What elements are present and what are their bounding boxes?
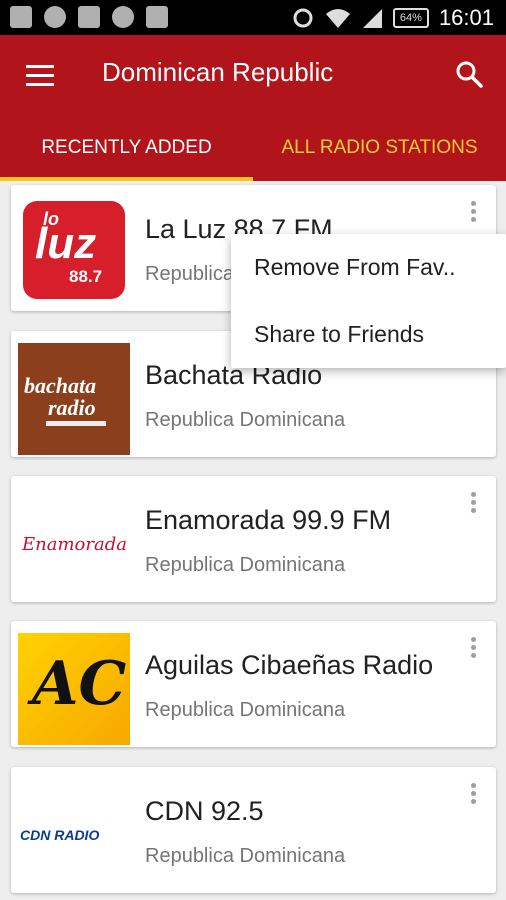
station-card[interactable]: CDN RADIO CDN 92.5 Republica Dominicana [11,767,496,893]
data-saver-icon [293,8,313,28]
clock: 16:01 [438,5,494,30]
station-name: Enamorada 99.9 FM [145,505,392,535]
logo-text-main: AC [32,649,127,719]
station-name: CDN 92.5 [145,796,264,826]
more-options-icon[interactable] [466,201,480,225]
wifi-icon [325,9,350,28]
station-country: Republica Dominicana [145,409,346,431]
more-options-icon[interactable] [466,783,480,807]
context-menu: Remove From Fav.. Share to Friends [231,234,506,368]
brush-icon [78,6,100,28]
enamorada-logo: Enamorada [18,488,130,600]
chrome-icon [44,6,66,28]
station-country: Republica Dominicana [145,554,346,576]
remove-from-favorites-item[interactable]: Remove From Fav.. [231,234,506,301]
battery-icon: 64% [392,8,429,28]
station-card[interactable]: AC Aguilas Cibaeñas Radio Republica Domi… [11,621,496,747]
image-icon [146,6,168,28]
logo-text-main: Enamorada [22,534,127,555]
tab-bar: RECENTLY ADDED ALL RADIO STATIONS [0,127,506,181]
more-options-icon[interactable] [466,492,480,516]
logo-text-main: luz [35,219,97,268]
logo-text-main: CDN RADIO [20,827,100,843]
system-icons: 64% 16:01 [291,5,494,31]
station-country: Republica Dominicana [145,845,346,867]
app-bar: Dominican Republic RECENTLY ADDED ALL RA… [0,35,506,181]
station-card[interactable]: Enamorada Enamorada 99.9 FM Republica Do… [11,476,496,602]
logo-stripe [46,421,106,426]
aguilas-logo: AC [18,633,130,745]
tab-recently-added[interactable]: RECENTLY ADDED [0,127,253,181]
hamburger-icon[interactable] [26,65,54,87]
station-country: Republica Dominicana [145,699,346,721]
notification-icons [10,6,168,28]
signal-icon [362,9,382,28]
wifi-direct-icon [112,6,134,28]
status-bar: 64% 16:01 [0,0,506,35]
search-icon[interactable] [454,59,484,89]
tab-all-radio-stations[interactable]: ALL RADIO STATIONS [253,127,506,181]
la-luz-logo: lo luz 88.7 [23,201,125,299]
page-title: Dominican Republic [102,57,334,87]
bachata-radio-logo: bachata radio [18,343,130,455]
cdn-radio-logo: CDN RADIO [18,779,130,891]
logo-frequency: 88.7 [69,267,103,286]
share-to-friends-item[interactable]: Share to Friends [231,301,506,368]
logo-text-secondary: radio [48,395,96,420]
station-name: Aguilas Cibaeñas Radio [145,650,434,680]
more-options-icon[interactable] [466,637,480,661]
keyboard-icon [10,6,32,28]
